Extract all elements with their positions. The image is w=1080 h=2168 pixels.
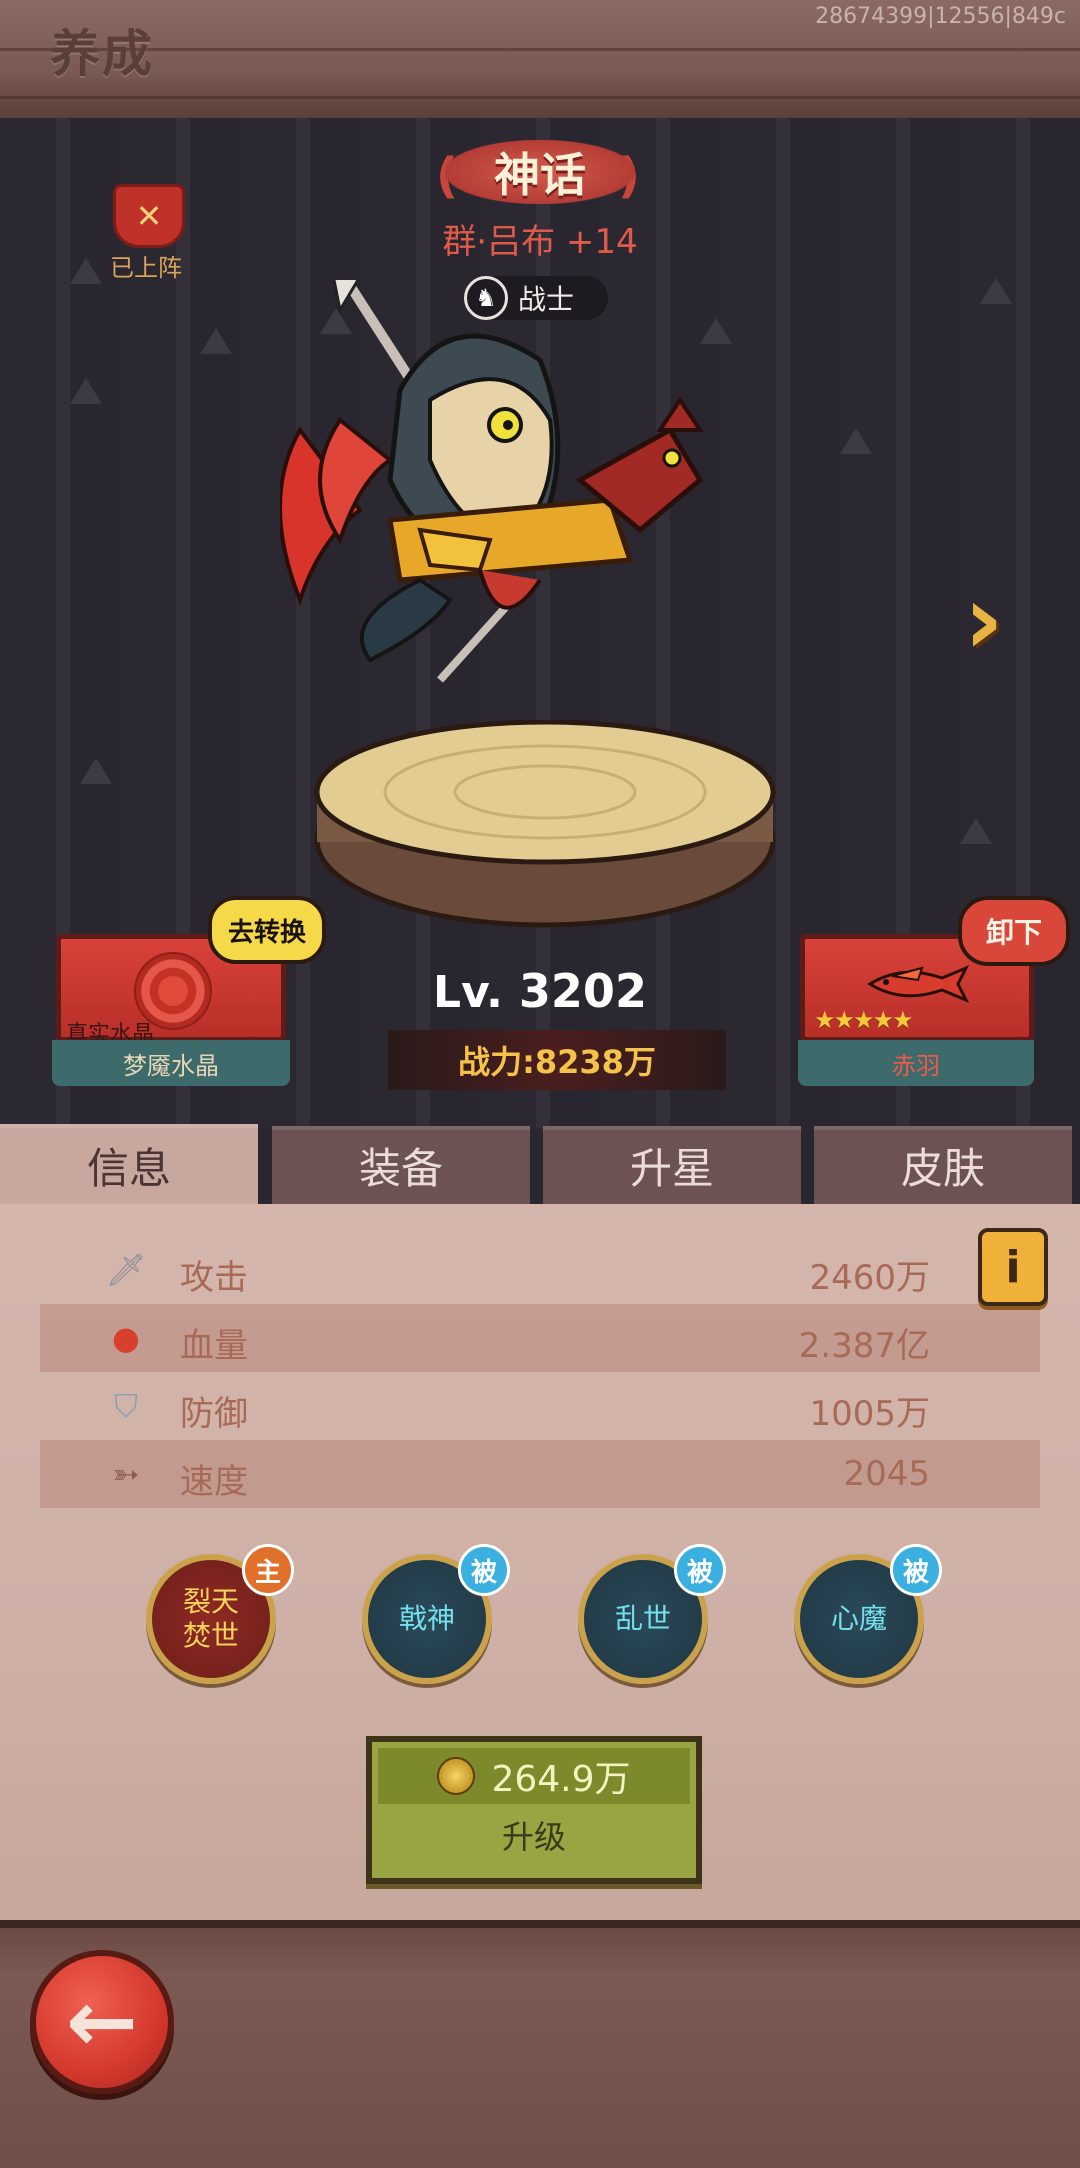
background-tree bbox=[70, 378, 102, 404]
stat-label: 血量 bbox=[180, 1326, 248, 1366]
wood-grain bbox=[0, 96, 1080, 99]
stat-row-hp: ● 血量 2.387亿 bbox=[40, 1304, 1040, 1372]
stat-row-speed: ➳ 速度 2045 bbox=[40, 1440, 1040, 1508]
upgrade-cost-value: 264.9万 bbox=[491, 1759, 631, 1800]
page-title: 养成 bbox=[50, 25, 154, 83]
mount-star-rating: ★★★★★ bbox=[814, 1006, 914, 1034]
upgrade-label: 升级 bbox=[501, 1818, 566, 1856]
tab-equipment[interactable]: 装备 bbox=[272, 1126, 530, 1204]
back-arrow-icon[interactable]: ← bbox=[30, 1950, 174, 2094]
background-tree bbox=[70, 258, 102, 284]
level-value: 3202 bbox=[518, 964, 647, 1018]
convert-button[interactable]: 去转换 bbox=[208, 896, 326, 964]
tab-star-up[interactable]: 升星 bbox=[543, 1126, 801, 1204]
combat-power: 战力:8238万 bbox=[388, 1030, 726, 1090]
wing-speed-icon: ➳ bbox=[112, 1455, 140, 1493]
session-id-text: 28674399|12556|849c bbox=[815, 4, 1066, 29]
red-fish-mount-icon bbox=[867, 965, 970, 1003]
next-hero-arrow-icon[interactable]: › bbox=[964, 570, 1034, 670]
background-tree bbox=[960, 818, 992, 844]
deployed-banner-icon: ✕ bbox=[113, 184, 185, 248]
mount-name: 赤羽 bbox=[798, 1040, 1034, 1086]
stat-value: 2460万 bbox=[809, 1258, 930, 1298]
stat-value: 2.387亿 bbox=[798, 1326, 930, 1366]
shield-icon: ⛉ bbox=[113, 1386, 138, 1425]
hero-name: 群·吕布 +14 bbox=[442, 222, 638, 262]
stat-row-attack: 🗡 攻击 2460万 bbox=[40, 1236, 1040, 1304]
info-icon[interactable]: i bbox=[978, 1228, 1048, 1306]
rarity-badge: 神话 bbox=[445, 140, 635, 204]
skill-type-badge: 被 bbox=[674, 1544, 726, 1596]
skill-type-badge: 主 bbox=[242, 1544, 294, 1596]
background-tree bbox=[980, 278, 1012, 304]
level-prefix: Lv. bbox=[433, 967, 503, 1018]
stat-label: 速度 bbox=[180, 1462, 248, 1502]
background-tree bbox=[80, 758, 112, 784]
skill-type-badge: 被 bbox=[890, 1544, 942, 1596]
tab-skin[interactable]: 皮肤 bbox=[814, 1126, 1072, 1204]
upgrade-cost: 264.9万 bbox=[378, 1748, 690, 1804]
crystal-name: 梦魇水晶 bbox=[52, 1040, 290, 1086]
hero-character-art bbox=[280, 280, 704, 683]
background-tree bbox=[840, 428, 872, 454]
stat-row-defense: ⛉ 防御 1005万 bbox=[40, 1372, 1040, 1440]
sword-icon: 🗡 bbox=[105, 1251, 147, 1289]
blood-drop-icon: ● bbox=[112, 1319, 140, 1357]
hero-level: Lv. 3202 bbox=[400, 964, 680, 1018]
skill-type-badge: 被 bbox=[458, 1544, 510, 1596]
stat-value: 2045 bbox=[843, 1454, 930, 1494]
unequip-button[interactable]: 卸下 bbox=[958, 896, 1070, 966]
stat-label: 防御 bbox=[180, 1394, 248, 1434]
background-tree bbox=[200, 328, 232, 354]
coin-icon bbox=[437, 1757, 476, 1795]
tab-info[interactable]: 信息 bbox=[0, 1124, 258, 1206]
stat-value: 1005万 bbox=[809, 1394, 930, 1434]
wood-grain bbox=[0, 48, 1080, 51]
deployed-label: 已上阵 bbox=[110, 254, 182, 282]
stat-label: 攻击 bbox=[180, 1258, 248, 1298]
